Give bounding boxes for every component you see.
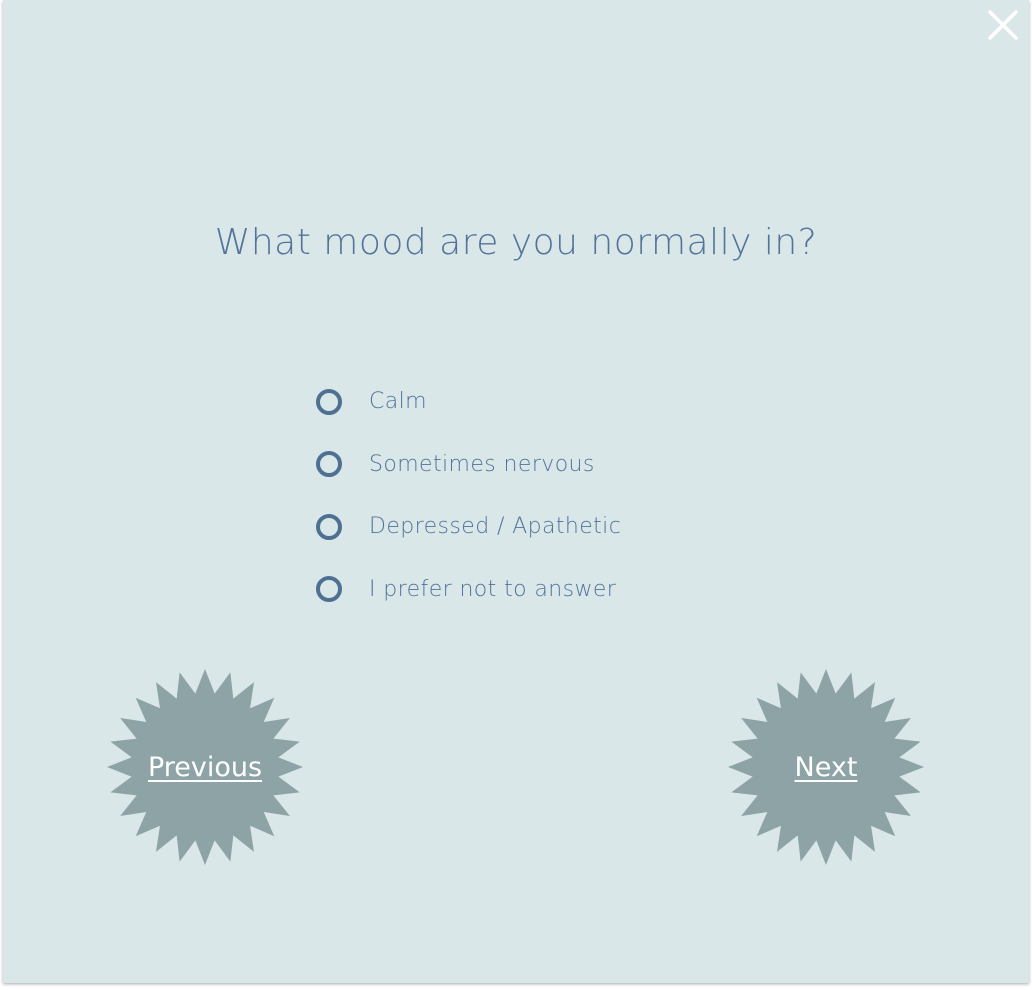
- option-depressed-apathetic[interactable]: Depressed / Apathetic: [312, 508, 812, 545]
- question-title: What mood are you normally in?: [214, 222, 818, 263]
- option-label: I prefer not to answer: [369, 576, 617, 602]
- option-sometimes-nervous[interactable]: Sometimes nervous: [312, 446, 812, 483]
- close-button[interactable]: [986, 8, 1020, 42]
- answer-options: Calm Sometimes nervous Depressed / Apath…: [312, 383, 812, 633]
- option-label: Depressed / Apathetic: [369, 514, 622, 539]
- radio-button[interactable]: [316, 513, 342, 540]
- previous-button-label: Previous: [147, 751, 263, 783]
- option-label: Sometimes nervous: [369, 451, 595, 477]
- radio-button[interactable]: [316, 576, 342, 602]
- previous-button[interactable]: Previous: [106, 668, 304, 866]
- next-button-label: Next: [794, 751, 858, 783]
- radio-button[interactable]: [316, 451, 342, 477]
- next-button[interactable]: Next: [727, 668, 925, 866]
- option-prefer-not-to-answer[interactable]: I prefer not to answer: [312, 571, 812, 608]
- radio-button[interactable]: [316, 388, 342, 415]
- quiz-dialog: What mood are you normally in? Calm Some…: [3, 0, 1029, 983]
- close-icon: [988, 10, 1018, 40]
- option-label: Calm: [369, 389, 427, 414]
- option-calm[interactable]: Calm: [312, 383, 812, 420]
